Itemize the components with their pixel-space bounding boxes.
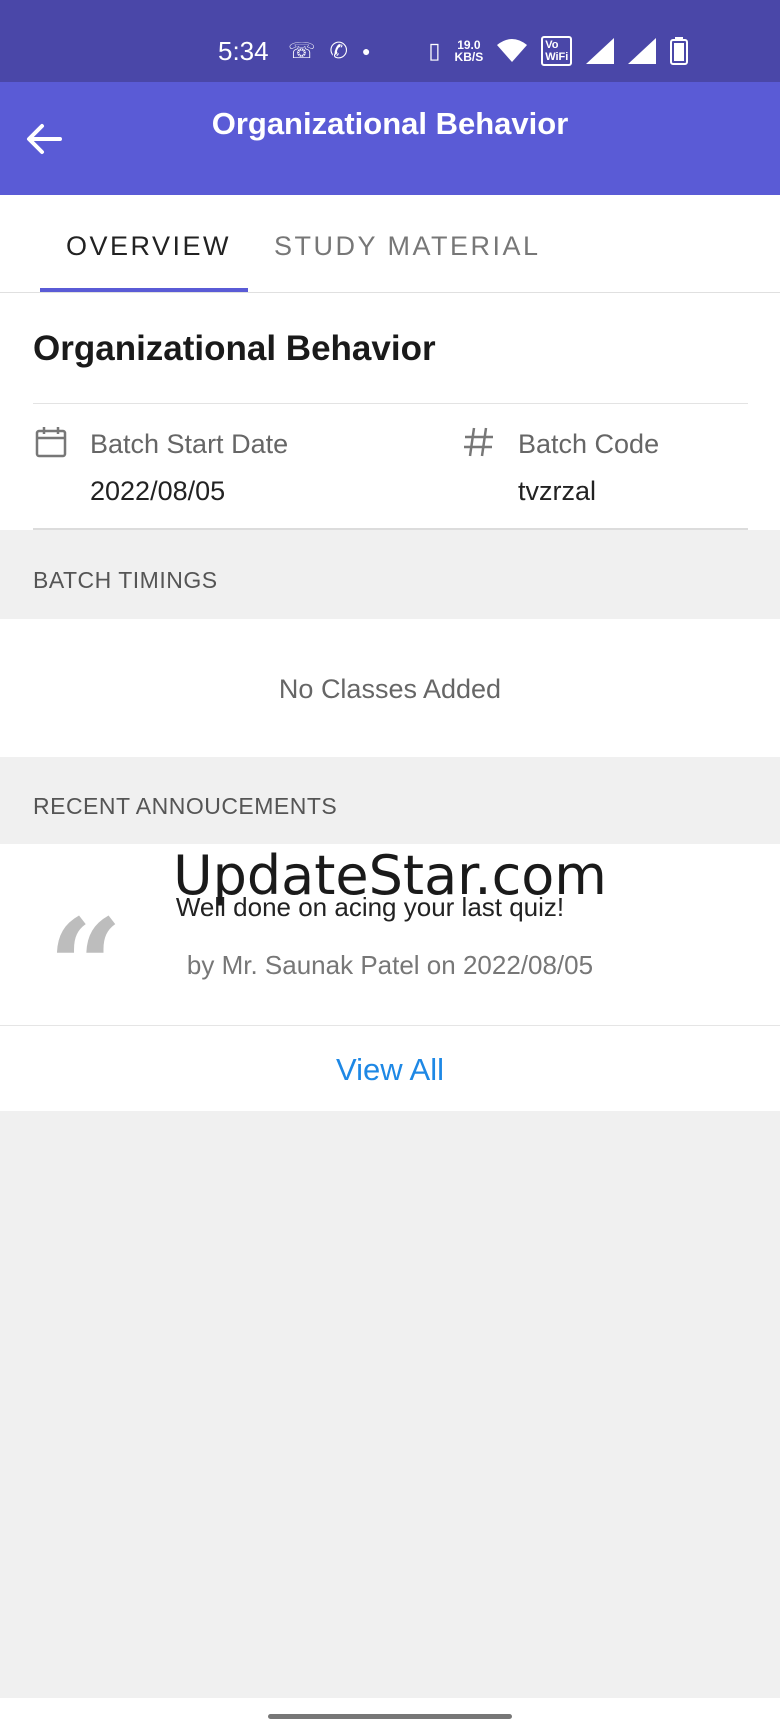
dot-icon: ● xyxy=(361,43,371,59)
announcement-item[interactable]: “ Well done on acing your last quiz! by … xyxy=(0,844,780,1026)
batch-start-date-label: Batch Start Date xyxy=(90,429,289,459)
announcements-header: RECENT ANNOUCEMENTS xyxy=(0,757,780,845)
batch-code-label: Batch Code xyxy=(518,429,660,459)
no-classes-text: No Classes Added xyxy=(278,674,502,704)
status-time: 5:34 xyxy=(218,36,269,66)
gesture-bar xyxy=(0,1698,780,1733)
course-title: Organizational Behavior xyxy=(33,329,436,368)
status-icons: ☏ ✆ ● ▯ 19.0 KB/S Vo WiFi xyxy=(288,36,689,66)
signal-icon xyxy=(628,38,657,64)
tab-overview[interactable]: OVERVIEW xyxy=(66,231,231,262)
hash-icon xyxy=(464,427,493,457)
batch-timings-title: BATCH TIMINGS xyxy=(33,567,218,593)
view-all-row: View All xyxy=(0,1026,780,1111)
batch-timings-header: BATCH TIMINGS xyxy=(0,531,780,619)
signal-icon xyxy=(586,38,615,64)
view-all-link[interactable]: View All xyxy=(0,1052,780,1088)
battery-icon xyxy=(670,37,689,65)
calendar-icon xyxy=(35,427,67,458)
whatsapp-icon: ☏ xyxy=(288,38,316,63)
wifi-icon xyxy=(497,39,528,62)
announcement-meta: by Mr. Saunak Patel on 2022/08/05 xyxy=(186,950,594,980)
overview-card: Organizational Behavior Batch Start Date… xyxy=(0,293,780,530)
vowifi-bottom: WiFi xyxy=(545,51,569,63)
network-speed-icon: 19.0 KB/S xyxy=(455,39,484,63)
batch-code-value: tvzrzal xyxy=(518,476,597,506)
batch-timings-card: No Classes Added xyxy=(0,619,780,757)
divider xyxy=(33,403,748,404)
status-bar: 5:34 ☏ ✆ ● ▯ 19.0 KB/S Vo WiFi xyxy=(0,0,780,82)
watermark: UpdateStar.com xyxy=(173,844,607,907)
speed-unit: KB/S xyxy=(454,50,484,64)
divider xyxy=(33,528,748,530)
missed-call-icon: ✆ xyxy=(329,38,348,63)
quote-icon: “ xyxy=(48,902,123,982)
home-indicator[interactable] xyxy=(268,1714,512,1719)
vowifi-icon: Vo WiFi xyxy=(541,36,573,66)
announcements-title: RECENT ANNOUCEMENTS xyxy=(33,793,338,819)
vibrate-icon: ▯ xyxy=(428,38,441,63)
vowifi-top: Vo xyxy=(545,39,559,51)
tab-indicator xyxy=(40,288,248,292)
tab-study-material[interactable]: STUDY MATERIAL xyxy=(274,231,541,262)
page-title: Organizational Behavior xyxy=(211,106,569,141)
app-bar: Organizational Behavior xyxy=(0,82,780,195)
batch-start-date-value: 2022/08/05 xyxy=(90,476,226,506)
tab-bar: OVERVIEW STUDY MATERIAL xyxy=(0,195,780,293)
